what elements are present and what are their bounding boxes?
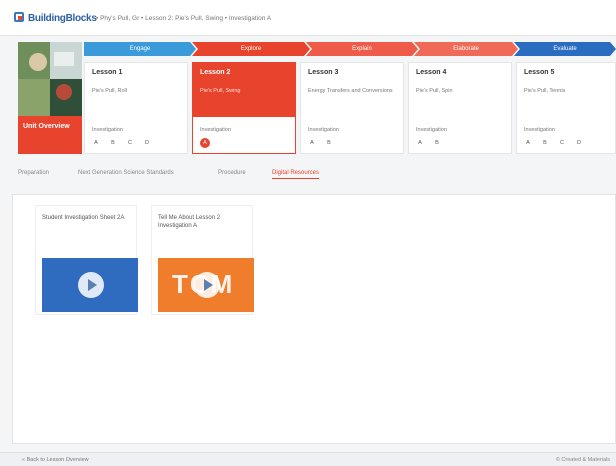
- investigation-steps: A B: [308, 140, 333, 146]
- footer-bar: « Back to Lesson Overview © Created & Ma…: [0, 452, 616, 466]
- investigation-label: Investigation: [92, 127, 123, 133]
- lesson-header: Lesson 3 Energy Transfers and Conversion…: [301, 63, 403, 117]
- lesson-subtitle: Pie's Pull, Roll: [92, 88, 127, 94]
- investigation-step-b[interactable]: B: [433, 140, 441, 146]
- investigation-step-a[interactable]: A: [200, 138, 210, 148]
- tab-preparation[interactable]: Preparation: [18, 170, 49, 176]
- investigation-label: Investigation: [416, 127, 447, 133]
- investigation-step-b[interactable]: B: [109, 140, 117, 146]
- investigation-step-c[interactable]: C: [558, 140, 566, 146]
- investigation-step-b[interactable]: B: [541, 140, 549, 146]
- investigation-steps: A B C D: [92, 140, 151, 146]
- investigation-label: Investigation: [308, 127, 339, 133]
- copyright-text: © Created & Materials: [555, 457, 610, 463]
- investigation-steps: A B C D: [524, 140, 583, 146]
- investigation-step-a[interactable]: A: [308, 140, 316, 146]
- breadcrumb[interactable]: • Phy's Pull, Gr • Lesson 2: Pie's Pull,…: [96, 15, 271, 22]
- unit-overview-label: Unit Overview: [18, 116, 82, 154]
- resource-title: Tell Me About Lesson 2 Investigation A: [158, 215, 221, 229]
- lesson-header: Lesson 4 Pie's Pull, Spin: [409, 63, 511, 117]
- phase-explain[interactable]: Explain: [306, 42, 418, 56]
- tab-ngss[interactable]: Next Generation Science Standards: [78, 170, 174, 176]
- investigation-label: Investigation: [200, 127, 231, 133]
- investigation-label: Investigation: [524, 127, 555, 133]
- lesson-card-4[interactable]: Lesson 4 Pie's Pull, Spin Investigation …: [408, 62, 512, 154]
- investigation-steps: A B: [416, 140, 441, 146]
- investigation-step-d[interactable]: D: [575, 140, 583, 146]
- video-thumbnail[interactable]: TCM: [158, 258, 254, 312]
- digital-resources-panel: Student Investigation Sheet 2A Tell Me A…: [12, 194, 616, 444]
- lesson-card-5[interactable]: Lesson 5 Pie's Pull, Tennis Investigatio…: [516, 62, 616, 154]
- phase-elaborate[interactable]: Elaborate: [414, 42, 518, 56]
- phase-bar: Engage Explore Explain Elaborate Evaluat…: [84, 42, 616, 56]
- investigation-step-d[interactable]: D: [143, 140, 151, 146]
- app-logo[interactable]: BuildingBlocks: [14, 12, 97, 28]
- lesson-subtitle: Energy Transfers and Conversions: [308, 88, 393, 94]
- investigation-step-a[interactable]: A: [416, 140, 424, 146]
- logo-icon: [14, 12, 24, 22]
- investigation-steps: A: [200, 138, 210, 148]
- lesson-title: Lesson 4: [416, 69, 447, 76]
- lesson-card-2[interactable]: Lesson 2 Pie's Pull, Swing Investigation…: [192, 62, 296, 154]
- resource-card[interactable]: Tell Me About Lesson 2 Investigation A T…: [151, 205, 254, 315]
- brand-name: BuildingBlocks: [28, 13, 97, 24]
- unit-overview-tile[interactable]: Unit Overview: [18, 42, 82, 154]
- tab-digital-resources[interactable]: Digital Resources: [272, 170, 320, 179]
- lesson-title: Lesson 3: [308, 69, 339, 76]
- phase-explore[interactable]: Explore: [192, 42, 310, 56]
- lesson-subtitle: Pie's Pull, Swing: [200, 88, 241, 94]
- lesson-header: Lesson 5 Pie's Pull, Tennis: [517, 63, 615, 117]
- lesson-title: Lesson 2: [200, 69, 231, 76]
- lesson-header: Lesson 2 Pie's Pull, Swing: [193, 63, 295, 117]
- lesson-subtitle: Pie's Pull, Tennis: [524, 88, 566, 94]
- top-bar: BuildingBlocks • Phy's Pull, Gr • Lesson…: [0, 0, 616, 36]
- resource-card[interactable]: Student Investigation Sheet 2A: [35, 205, 138, 315]
- unit-photo: [18, 42, 82, 116]
- section-tabs: Preparation Next Generation Science Stan…: [18, 170, 616, 184]
- video-thumbnail[interactable]: [42, 258, 138, 312]
- resource-title: Student Investigation Sheet 2A: [42, 215, 125, 221]
- play-icon[interactable]: [78, 272, 104, 298]
- lesson-card-3[interactable]: Lesson 3 Energy Transfers and Conversion…: [300, 62, 404, 154]
- play-icon[interactable]: [194, 272, 220, 298]
- phase-evaluate[interactable]: Evaluate: [514, 42, 616, 56]
- lesson-card-1[interactable]: Lesson 1 Pie's Pull, Roll Investigation …: [84, 62, 188, 154]
- lesson-header: Lesson 1 Pie's Pull, Roll: [85, 63, 187, 117]
- phase-engage[interactable]: Engage: [84, 42, 196, 56]
- lesson-subtitle: Pie's Pull, Spin: [416, 88, 453, 94]
- investigation-step-c[interactable]: C: [126, 140, 134, 146]
- lesson-title: Lesson 5: [524, 69, 555, 76]
- investigation-step-a[interactable]: A: [524, 140, 532, 146]
- investigation-step-b[interactable]: B: [325, 140, 333, 146]
- back-link[interactable]: « Back to Lesson Overview: [22, 457, 89, 463]
- tab-procedure[interactable]: Procedure: [218, 170, 246, 176]
- investigation-step-a[interactable]: A: [92, 140, 100, 146]
- lesson-title: Lesson 1: [92, 69, 123, 76]
